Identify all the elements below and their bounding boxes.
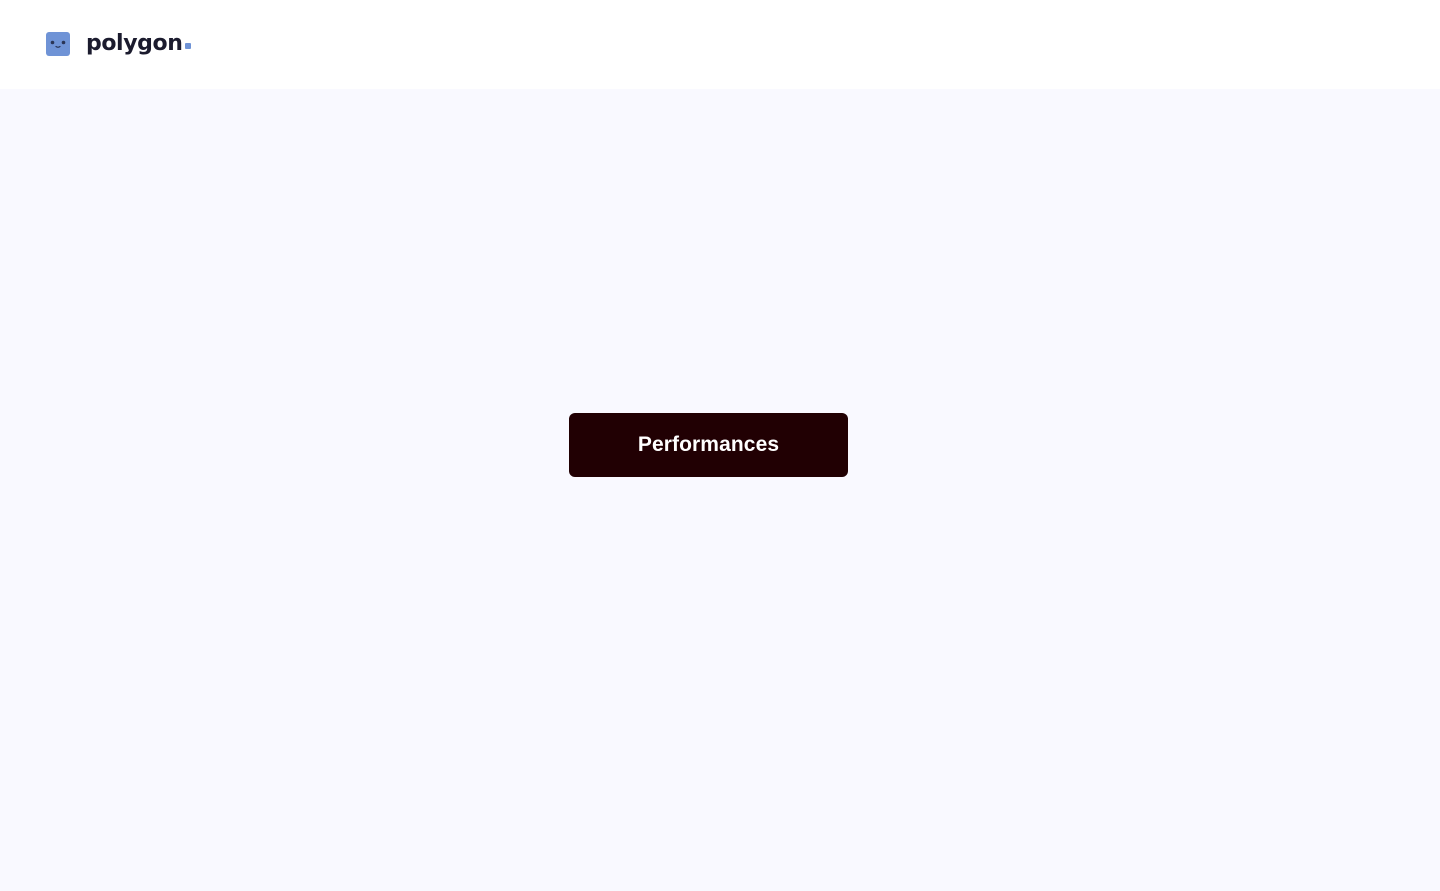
- logo-face-shape: [46, 32, 70, 56]
- performances-button[interactable]: Performances: [569, 413, 848, 477]
- cube-face-icon: [46, 32, 70, 56]
- square-dot-icon: [185, 43, 192, 49]
- brand-wordmark: polygon: [86, 29, 192, 59]
- top-header: polygon: [0, 0, 1440, 89]
- main-content: Performances: [0, 89, 1440, 891]
- brand-logo-link[interactable]: polygon: [46, 29, 192, 59]
- logo-left-eye: [50, 40, 55, 45]
- brand-name: polygon: [86, 31, 183, 56]
- logo-right-eye: [61, 40, 66, 45]
